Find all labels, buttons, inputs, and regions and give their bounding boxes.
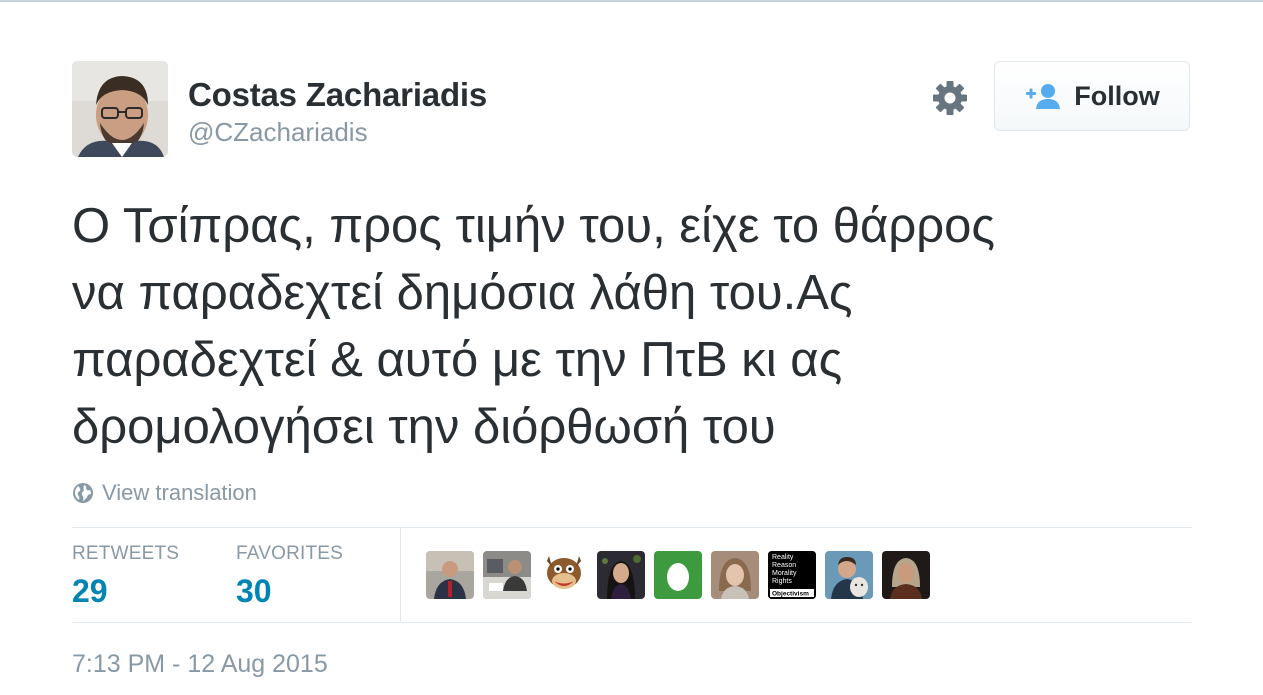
favoriter-avatar-egg[interactable] xyxy=(654,551,702,599)
profile-avatar[interactable] xyxy=(72,61,168,157)
retweets-stat[interactable]: RETWEETS 29 xyxy=(72,543,179,610)
divider xyxy=(72,622,1192,623)
divider xyxy=(72,527,1192,528)
globe-icon xyxy=(72,482,94,504)
tweet-timestamp[interactable]: 7:13 PM - 12 Aug 2015 xyxy=(72,650,328,679)
tweet-text: Ο Τσίπρας, προς τιμήν του, είχε το θάρρο… xyxy=(72,193,1192,461)
objectivism-text: Objectivism xyxy=(772,591,809,598)
favoriter-avatar[interactable] xyxy=(882,551,930,599)
favoriter-avatar-objectivism[interactable]: Reality Reason Morality Rights Objectivi… xyxy=(768,551,816,599)
favorites-label: FAVORITES xyxy=(236,543,344,564)
favoriter-avatar[interactable] xyxy=(426,551,474,599)
profile-name[interactable]: Costas Zachariadis xyxy=(188,76,487,114)
view-translation-link[interactable]: View translation xyxy=(72,479,257,507)
objectivism-text: Reality xyxy=(772,554,794,561)
favorites-stat[interactable]: FAVORITES 30 xyxy=(236,543,343,610)
follow-user-plus-icon xyxy=(1024,82,1064,110)
favorites-count: 30 xyxy=(236,573,272,609)
favoriter-avatar[interactable] xyxy=(597,551,645,599)
top-border xyxy=(0,0,1263,2)
follow-button-label: Follow xyxy=(1074,80,1160,111)
tweet-text-line: δρομολογήσει την διόρθωσή του xyxy=(72,400,776,454)
favoriter-avatar[interactable] xyxy=(711,551,759,599)
gear-icon[interactable] xyxy=(930,78,970,118)
view-translation-label: View translation xyxy=(102,480,257,505)
tweet-text-line: Ο Τσίπρας, προς τιμήν του, είχε το θάρρο… xyxy=(72,199,995,253)
favoriters-avatars: Reality Reason Morality Rights Objectivi… xyxy=(426,551,939,599)
tweet-text-line: να παραδεχτεί δημόσια λάθη του.Ας xyxy=(72,266,853,320)
retweets-label: RETWEETS xyxy=(72,543,180,564)
tweet-text-line: παραδεχτεί & αυτό με την ΠτΒ κι ας xyxy=(72,333,843,387)
follow-button[interactable]: Follow xyxy=(994,61,1190,131)
favoriter-avatar[interactable] xyxy=(540,551,588,599)
objectivism-text: Reason xyxy=(772,562,796,569)
objectivism-text: Rights xyxy=(772,578,792,585)
divider-vertical xyxy=(400,528,401,622)
retweets-count: 29 xyxy=(72,573,108,609)
profile-handle[interactable]: @CZachariadis xyxy=(188,117,368,148)
objectivism-text: Morality xyxy=(772,570,797,577)
favoriter-avatar[interactable] xyxy=(483,551,531,599)
favoriter-avatar[interactable] xyxy=(825,551,873,599)
